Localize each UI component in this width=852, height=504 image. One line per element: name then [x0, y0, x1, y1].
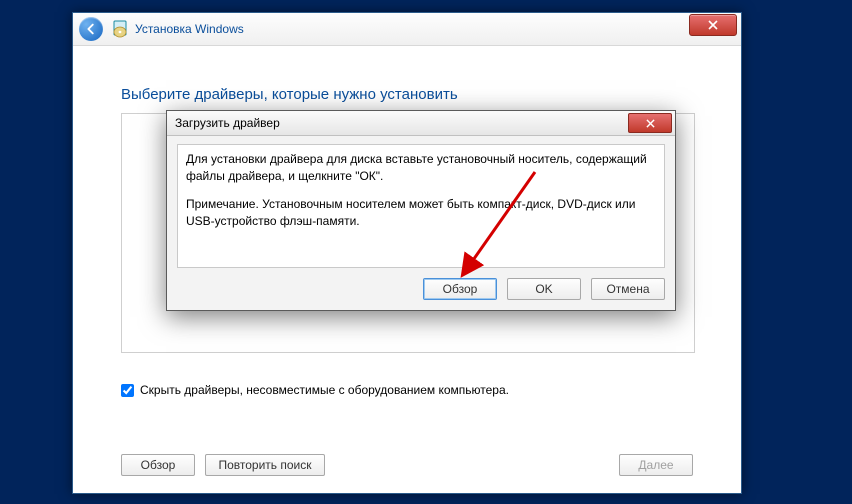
bottom-button-row: Обзор Повторить поиск Далее: [121, 454, 693, 476]
dialog-browse-button[interactable]: Обзор: [423, 278, 497, 300]
arrow-left-icon: [84, 22, 98, 36]
hide-incompatible-row[interactable]: Скрыть драйверы, несовместимые с оборудо…: [121, 383, 693, 397]
page-heading: Выберите драйверы, которые нужно установ…: [121, 86, 693, 103]
dialog-button-row: Обзор OK Отмена: [177, 278, 665, 300]
installer-disc-icon: [111, 20, 129, 38]
close-icon: [646, 119, 655, 128]
dialog-body: Для установки драйвера для диска вставьт…: [167, 136, 675, 310]
dialog-cancel-button[interactable]: Отмена: [591, 278, 665, 300]
dialog-titlebar: Загрузить драйвер: [167, 111, 675, 136]
hide-incompatible-label: Скрыть драйверы, несовместимые с оборудо…: [140, 383, 509, 397]
load-driver-dialog: Загрузить драйвер Для установки драйвера…: [166, 110, 676, 311]
close-icon: [708, 20, 718, 30]
window-title: Установка Windows: [135, 22, 244, 36]
rescan-button[interactable]: Повторить поиск: [205, 454, 325, 476]
dialog-paragraph-1: Для установки драйвера для диска вставьт…: [186, 151, 656, 186]
dialog-close-button[interactable]: [628, 113, 672, 133]
titlebar: Установка Windows: [73, 13, 741, 46]
browse-button[interactable]: Обзор: [121, 454, 195, 476]
dialog-message: Для установки драйвера для диска вставьт…: [177, 144, 665, 268]
dialog-paragraph-2: Примечание. Установочным носителем может…: [186, 196, 656, 231]
hide-incompatible-checkbox[interactable]: [121, 384, 134, 397]
window-close-button[interactable]: [689, 14, 737, 36]
dialog-title: Загрузить драйвер: [175, 116, 280, 130]
back-button[interactable]: [79, 17, 103, 41]
next-button[interactable]: Далее: [619, 454, 693, 476]
dialog-ok-button[interactable]: OK: [507, 278, 581, 300]
